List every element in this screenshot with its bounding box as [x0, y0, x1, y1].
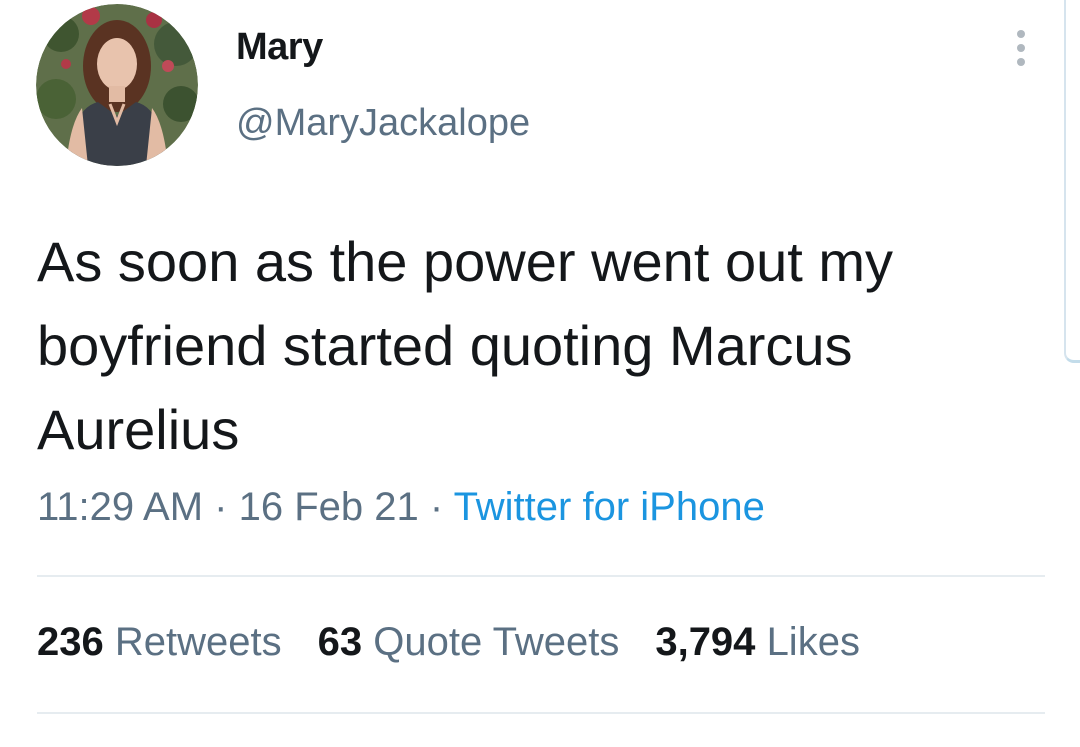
tweet-time[interactable]: 11:29 AM	[37, 485, 203, 529]
tweet-text-line: Aurelius	[37, 398, 240, 461]
tweet-text-line: As soon as the power went out my	[37, 230, 893, 293]
retweets-stat[interactable]: 236 Retweets	[37, 620, 282, 665]
divider	[37, 575, 1045, 577]
retweets-label: Retweets	[114, 620, 282, 664]
more-vertical-icon-dot	[1017, 44, 1025, 52]
tweet-text: As soon as the power went out my boyfrie…	[37, 220, 1057, 472]
likes-count: 3,794	[655, 620, 756, 664]
adjacent-panel-edge	[1064, 0, 1080, 363]
tweet-date[interactable]: 16 Feb 21	[239, 485, 419, 529]
divider	[37, 712, 1045, 714]
tweet-card: Mary @MaryJackalope As soon as the power…	[0, 0, 1080, 747]
avatar[interactable]	[36, 4, 198, 166]
author-display-name[interactable]: Mary	[236, 26, 323, 69]
meta-separator: ·	[418, 485, 454, 529]
quote-tweets-label: Quote Tweets	[373, 620, 620, 664]
likes-stat[interactable]: 3,794 Likes	[655, 620, 860, 665]
meta-separator: ·	[203, 485, 239, 529]
quote-tweets-count: 63	[317, 620, 363, 664]
more-options-button[interactable]	[1004, 22, 1038, 74]
tweet-metadata: 11:29 AM · 16 Feb 21 · Twitter for iPhon…	[37, 485, 765, 530]
retweets-count: 236	[37, 620, 104, 664]
engagement-stats: 236 Retweets 63 Quote Tweets 3,794 Likes	[37, 620, 860, 665]
tweet-text-line: boyfriend started quoting Marcus	[37, 314, 853, 377]
quote-tweets-stat[interactable]: 63 Quote Tweets	[318, 620, 620, 665]
tweet-source-link[interactable]: Twitter for iPhone	[454, 485, 765, 529]
avatar-image	[36, 4, 198, 166]
more-vertical-icon-dot	[1017, 58, 1025, 66]
more-vertical-icon	[1017, 30, 1025, 38]
author-handle[interactable]: @MaryJackalope	[236, 102, 530, 145]
likes-label: Likes	[766, 620, 860, 664]
